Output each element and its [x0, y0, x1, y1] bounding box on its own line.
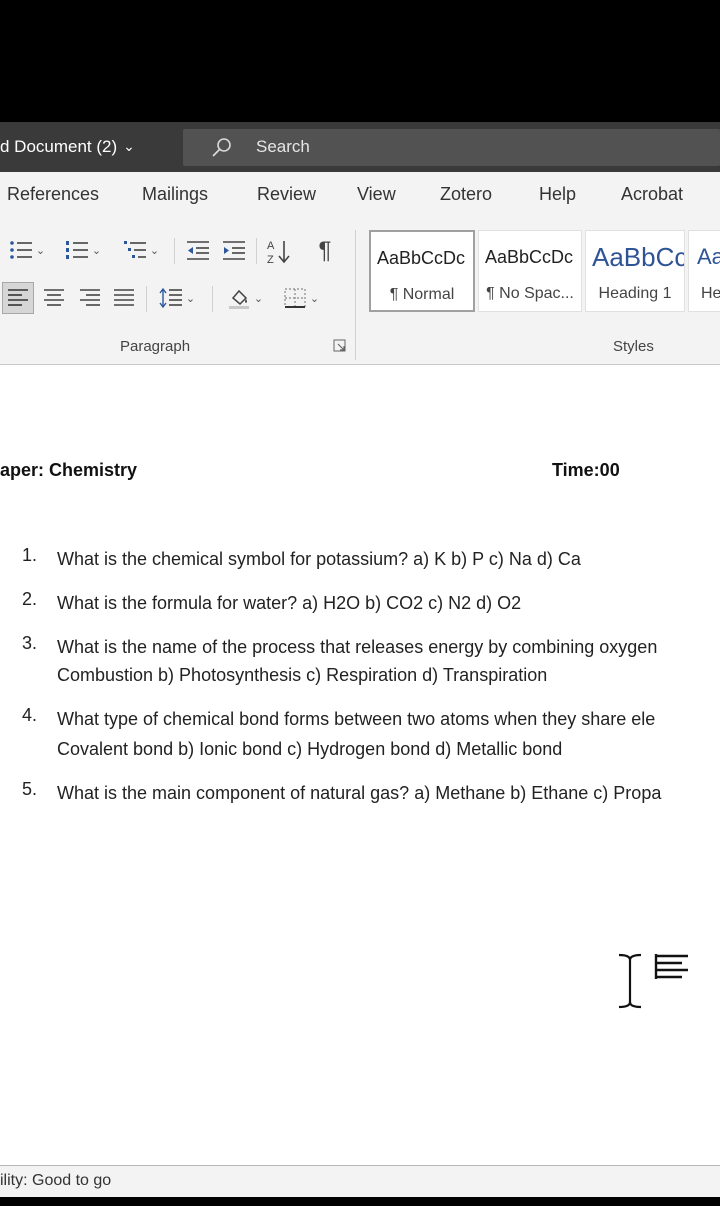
sort-button[interactable]: AZ [264, 236, 294, 266]
borders-button[interactable]: ⌄ [278, 283, 324, 313]
show-formatting-button[interactable]: ¶ [310, 236, 340, 266]
tab-review[interactable]: Review [257, 184, 316, 205]
multilevel-list-icon [123, 241, 146, 258]
borders-icon [284, 288, 306, 308]
accessibility-status[interactable]: ility: Good to go [0, 1172, 111, 1190]
style-name: Heading 1 [598, 285, 672, 302]
increase-indent-icon [223, 241, 245, 260]
tab-view[interactable]: View [357, 184, 396, 205]
tab-acrobat[interactable]: Acrobat [621, 184, 683, 205]
question-number: 2. [22, 589, 38, 609]
question-number: 4. [22, 705, 38, 725]
paper-subject-heading: aper: Chemistry [0, 460, 138, 480]
align-left-icon [8, 289, 28, 306]
document-title[interactable]: d Document (2) ⌄ [0, 137, 135, 157]
bottom-edge [0, 1197, 720, 1206]
question-number: 1. [22, 545, 38, 565]
time-heading: Time:00 [552, 460, 620, 480]
question-text-continued: Covalent bond b) Ionic bond c) Hydrogen … [57, 739, 563, 759]
numbering-button[interactable]: ⌄ [60, 236, 106, 264]
pilcrow-icon: ¶ [318, 237, 332, 264]
tab-references[interactable]: References [7, 184, 99, 205]
tab-mailings[interactable]: Mailings [142, 184, 208, 205]
ribbon-separator [355, 230, 356, 360]
search-icon [212, 138, 231, 157]
align-center-icon [44, 289, 64, 306]
shading-button[interactable]: ⌄ [222, 283, 268, 313]
paint-bucket-icon [228, 289, 249, 309]
justify-icon [114, 289, 134, 306]
question-text: What is the main component of natural ga… [57, 783, 662, 803]
decrease-indent-button[interactable] [184, 236, 212, 264]
style-name: He [701, 285, 720, 302]
numbered-list-icon [65, 241, 88, 259]
question-text: What is the chemical symbol for potassiu… [57, 549, 581, 569]
chevron-down-icon: ⌄ [91, 244, 102, 257]
chevron-down-icon: ⌄ [253, 292, 264, 305]
document-title-text: d Document (2) [0, 137, 118, 156]
svg-text:Z: Z [267, 254, 274, 265]
bullets-button[interactable]: ⌄ [4, 236, 50, 264]
ribbon-separator [256, 238, 257, 264]
svg-text:A: A [267, 240, 275, 252]
chevron-down-icon: ⌄ [35, 244, 46, 257]
ribbon-separator [146, 286, 147, 312]
align-left-button[interactable] [2, 282, 34, 314]
style-sample: AaBbCc [592, 242, 685, 272]
style-sample: Aa [697, 244, 720, 269]
increase-indent-button[interactable] [220, 236, 248, 264]
style-sample: AaBbCcDc [377, 248, 466, 268]
style-no-spacing[interactable]: AaBbCcDc ¶ No Spac... [478, 230, 582, 312]
line-spacing-button[interactable]: ⌄ [154, 283, 200, 313]
search-input-placeholder[interactable]: Search [256, 137, 310, 157]
dialog-launcher-icon[interactable] [333, 339, 347, 353]
decrease-indent-icon [187, 241, 209, 260]
chevron-down-icon: ⌄ [149, 244, 160, 257]
align-right-button[interactable] [76, 283, 104, 313]
style-heading-2[interactable]: Aa He [688, 230, 720, 312]
chevron-down-icon: ⌄ [309, 292, 320, 305]
ribbon-separator [212, 286, 213, 312]
align-right-icon [80, 289, 100, 306]
style-name: ¶ Normal [389, 286, 455, 303]
sort-icon: AZ [267, 240, 290, 265]
align-center-button[interactable] [40, 283, 68, 313]
multilevel-list-button[interactable]: ⌄ [118, 236, 164, 264]
style-heading-1[interactable]: AaBbCc Heading 1 [585, 230, 685, 312]
tab-zotero[interactable]: Zotero [440, 184, 492, 205]
style-normal[interactable]: AaBbCcDc ¶ Normal [369, 230, 475, 312]
question-text: What is the formula for water? a) H2O b)… [57, 593, 522, 613]
tab-help[interactable]: Help [539, 184, 576, 205]
style-name: ¶ No Spac... [486, 285, 574, 302]
document-page[interactable] [0, 365, 720, 1165]
chevron-down-icon: ⌄ [185, 292, 196, 305]
ribbon-separator [174, 238, 175, 264]
styles-group-label: Styles [613, 338, 654, 355]
chevron-down-icon: ⌄ [123, 138, 135, 154]
justify-button[interactable] [110, 283, 138, 313]
question-text-continued: Combustion b) Photosynthesis c) Respirat… [57, 665, 548, 685]
paragraph-group-label: Paragraph [120, 338, 191, 355]
line-spacing-icon [159, 287, 182, 309]
question-text: What type of chemical bond forms between… [57, 709, 656, 729]
text-cursor-icon [618, 953, 688, 1009]
question-number: 3. [22, 633, 38, 653]
question-number: 5. [22, 779, 38, 799]
style-sample: AaBbCcDc [485, 247, 574, 267]
question-text: What is the name of the process that rel… [57, 637, 658, 657]
bullet-list-icon [10, 241, 32, 259]
